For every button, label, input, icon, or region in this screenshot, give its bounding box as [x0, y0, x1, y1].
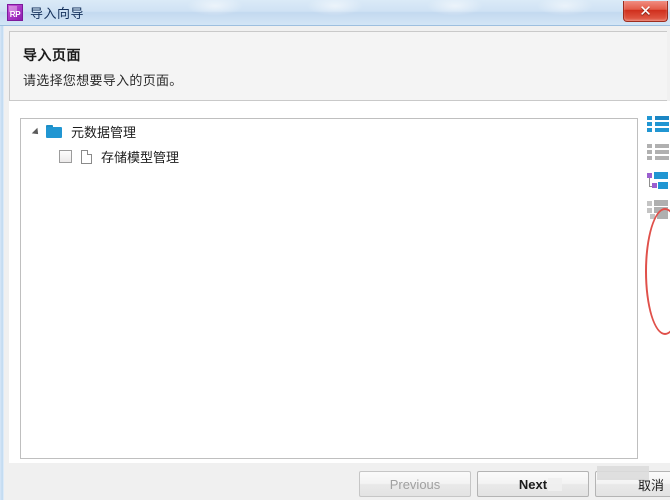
tree-row[interactable]: 元数据管理 [21, 119, 637, 144]
page-file-icon [81, 149, 92, 164]
rp-icon-label: RP [9, 10, 21, 19]
tree-tools-toolbar [646, 114, 670, 220]
tree-row[interactable]: 存储模型管理 [21, 144, 637, 169]
expand-all-icon[interactable] [646, 170, 670, 192]
window-title: 导入向导 [30, 6, 85, 21]
previous-button[interactable]: Previous [359, 471, 471, 497]
title-bar: RP 导入向导 [0, 0, 670, 26]
page-title: 导入页面 [23, 47, 81, 63]
cancel-button[interactable]: 取消 [595, 471, 670, 497]
annotation-ellipse [645, 208, 670, 335]
close-button[interactable]: ✕ [623, 1, 668, 22]
deselect-all-icon[interactable] [646, 142, 670, 164]
select-all-icon[interactable] [646, 114, 670, 136]
page-subtitle: 请选择您想要导入的页面。 [23, 73, 183, 88]
window-left-edge [0, 26, 4, 500]
body-area: 元数据管理 存储模型管理 [9, 101, 670, 500]
collapse-all-icon[interactable] [646, 198, 670, 220]
folder-icon [46, 125, 62, 138]
tree-node-label: 元数据管理 [71, 125, 137, 140]
next-button[interactable]: Next [477, 471, 589, 497]
tree-node-label: 存储模型管理 [101, 150, 180, 165]
import-wizard-window: RP 导入向导 ✕ 导入页面 请选择您想要导入的页面。 元数据管理 存储模型管理… [0, 0, 670, 500]
tree-node-checkbox[interactable] [59, 150, 72, 163]
rp-icon: RP [7, 4, 23, 21]
footer-bar: Previous Next 取消 [9, 463, 670, 500]
chevron-down-icon[interactable] [29, 125, 43, 139]
header-panel: 导入页面 请选择您想要导入的页面。 [9, 31, 667, 101]
page-tree-panel[interactable]: 元数据管理 存储模型管理 [20, 118, 638, 459]
close-icon: ✕ [639, 1, 652, 20]
